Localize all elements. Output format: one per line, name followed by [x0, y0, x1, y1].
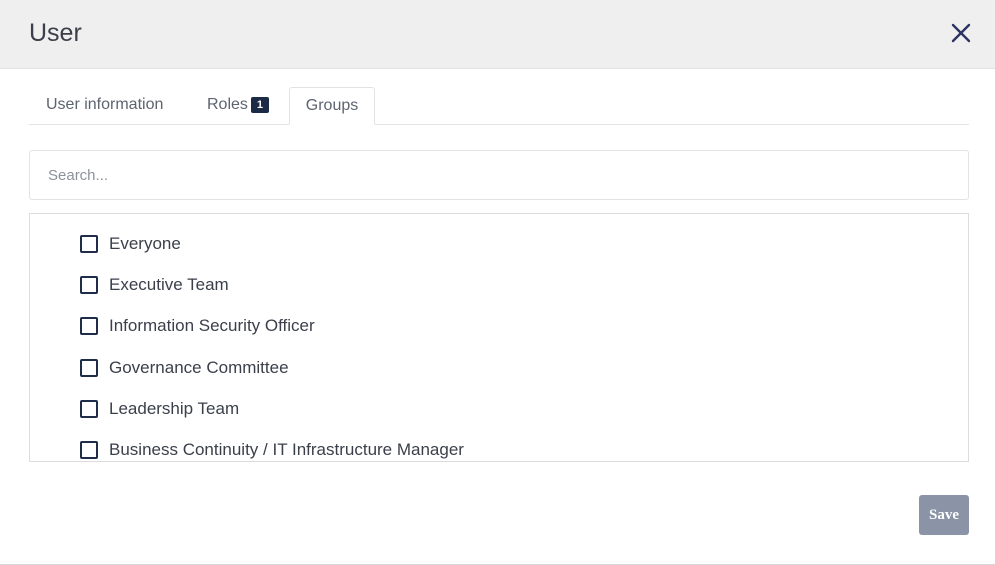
save-button[interactable]: Save	[919, 495, 969, 535]
group-checkbox[interactable]	[80, 235, 98, 253]
list-item[interactable]: Information Security Officer	[80, 314, 315, 338]
close-icon	[951, 23, 971, 43]
search-input[interactable]	[29, 150, 969, 200]
group-label: Everyone	[109, 234, 181, 253]
group-label: Information Security Officer	[109, 316, 315, 335]
tab-user-information[interactable]: User information	[46, 87, 163, 125]
dialog-title: User	[29, 19, 82, 47]
list-item[interactable]: Leadership Team	[80, 397, 239, 421]
user-dialog: User User information Roles1 Groups Ever…	[0, 0, 995, 565]
group-checkbox[interactable]	[80, 317, 98, 335]
group-label: Leadership Team	[109, 399, 240, 418]
tab-groups[interactable]: Groups	[289, 87, 375, 125]
group-checkbox[interactable]	[80, 441, 98, 459]
list-item[interactable]: Executive Team	[80, 273, 229, 297]
group-checkbox[interactable]	[80, 276, 98, 294]
group-checkbox[interactable]	[80, 359, 98, 377]
roles-count-badge: 1	[250, 97, 269, 113]
groups-list[interactable]: Everyone Executive Team Information Secu…	[29, 213, 969, 462]
tab-label: Groups	[305, 97, 359, 114]
dialog-header: User	[0, 0, 995, 69]
close-button[interactable]	[946, 18, 976, 48]
group-label: Business Continuity / IT Infrastructure …	[109, 440, 464, 459]
tab-label: User information	[46, 96, 164, 113]
tab-label: Roles	[207, 96, 248, 113]
group-checkbox[interactable]	[80, 400, 98, 418]
tab-bar: User information Roles 1 Groups	[29, 87, 969, 125]
group-label: Governance Committee	[109, 358, 289, 377]
list-item[interactable]: Everyone	[80, 232, 181, 256]
tab-roles[interactable]: Roles 1	[207, 87, 269, 125]
list-item[interactable]: Business Continuity / IT Infrastructure …	[80, 438, 464, 461]
list-item[interactable]: Governance Committee	[80, 356, 289, 380]
group-label: Executive Team	[109, 275, 229, 294]
